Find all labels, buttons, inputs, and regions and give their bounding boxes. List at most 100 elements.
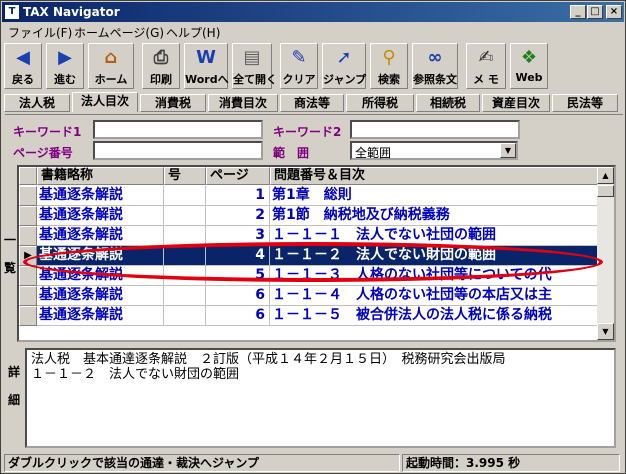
reference-button[interactable]: ∞ 参照条文	[412, 43, 458, 89]
tab-2[interactable]: 法人目次	[72, 92, 138, 112]
row-indicator[interactable]	[19, 266, 37, 286]
row-indicator[interactable]	[19, 186, 37, 206]
clear-button[interactable]: ✎ クリア	[280, 43, 318, 89]
tab-5[interactable]: 商法等	[280, 94, 344, 112]
row-indicator[interactable]	[19, 286, 37, 306]
detail-line-2: １－１－２ 法人でない財団の範囲	[31, 367, 240, 382]
status-message: ダブルクリックで該当の通達・裁決へジャンプ	[4, 454, 400, 472]
table-row[interactable]: 基通逐条解説 3 １－１－１ 法人でない社団の範囲	[19, 226, 599, 246]
keyword2-input[interactable]	[350, 120, 520, 139]
toolbar-button-label: Web	[515, 71, 543, 84]
scope-label: 範 囲	[273, 146, 310, 160]
minimize-icon[interactable]: _	[570, 5, 586, 19]
page-number-input[interactable]	[93, 141, 263, 160]
table-row[interactable]: 基通逐条解説 5 １－１－３ 人格のない社団等についての代	[19, 266, 599, 286]
memo-button[interactable]: ✍ メ モ	[466, 43, 506, 89]
startup-label: 起動時間：	[406, 456, 467, 470]
clear-icon: ✎	[291, 47, 307, 68]
cell-number	[164, 206, 206, 226]
scroll-thumb[interactable]	[597, 185, 614, 197]
forward-icon: ▶	[58, 47, 72, 68]
toolbar-button-label: 進む	[54, 73, 76, 86]
word-button[interactable]: W Wordへ	[184, 43, 229, 89]
row-indicator[interactable]	[19, 226, 37, 246]
cell-book: 基通逐条解説	[37, 246, 164, 266]
scope-select[interactable]: 全範囲 ▼	[350, 141, 518, 160]
keyword1-input[interactable]	[93, 120, 263, 139]
print-icon: ⎙	[153, 47, 169, 68]
tab-4[interactable]: 消費目次	[208, 94, 278, 112]
startup-value: 3.995 秒	[466, 456, 521, 470]
web-icon: ❖	[520, 47, 538, 68]
tab-7[interactable]: 相続税	[416, 94, 480, 112]
table-row[interactable]: 基通逐条解説 2 第1節 納税地及び納税義務	[19, 206, 599, 226]
cell-book: 基通逐条解説	[37, 226, 164, 246]
column-header-number[interactable]: 号	[164, 167, 206, 185]
cell-title: １－１－１ 法人でない社団の範囲	[270, 226, 599, 246]
toolbar-button-label: 検索	[378, 73, 400, 86]
cell-title: １－１－４ 人格のない社団等の本店又は主	[270, 286, 599, 306]
maximize-icon[interactable]: □	[587, 5, 603, 19]
cell-book: 基通逐条解説	[37, 306, 164, 326]
tab-bar: 法人税 法人目次 消費税 消費目次 商法等 所得税 相続税 資産目次 民法等	[2, 92, 624, 112]
cell-number	[164, 246, 206, 266]
column-header-page[interactable]: ページ	[206, 167, 270, 185]
close-icon[interactable]: ×	[606, 5, 622, 19]
tab-1[interactable]: 法人税	[4, 94, 70, 112]
cell-number	[164, 306, 206, 326]
cell-page: 4	[206, 246, 270, 266]
title-bar[interactable]: T TAX Navigator _ □ ×	[2, 2, 624, 22]
cell-page: 2	[206, 206, 270, 226]
status-bar: ダブルクリックで該当の通達・裁決へジャンプ 起動時間：3.995 秒	[2, 452, 624, 473]
cell-number	[164, 226, 206, 246]
open-all-icon: ▤	[243, 47, 261, 68]
row-indicator[interactable]: ▶	[19, 246, 37, 266]
detail-panel[interactable]: 法人税 基本通達逐条解説 ２訂版（平成１４年２月１５日） 税務研究会出版局 １－…	[25, 348, 616, 448]
column-header-title[interactable]: 問題番号＆目次	[270, 167, 599, 185]
menu-bar: ファイル(F) ホームページ(G) ヘルプ(H)	[2, 22, 624, 41]
word-icon: W	[196, 47, 216, 68]
web-button[interactable]: ❖ Web	[510, 43, 548, 89]
toolbar-button-label: メ モ	[473, 73, 499, 86]
toolbar-button-label: クリア	[282, 73, 316, 86]
window-title: TAX Navigator	[23, 5, 120, 19]
toolbar-button-label: 戻る	[12, 73, 34, 86]
forward-button[interactable]: ▶ 進む	[46, 43, 84, 89]
results-grid[interactable]: 書籍略称 号 ページ 問題番号＆目次 基通逐条解説 1 第1章 総則 基通逐条解説 2 第…	[17, 165, 616, 342]
scroll-down-icon[interactable]: ▼	[597, 323, 614, 340]
print-button[interactable]: ⎙ 印刷	[142, 43, 180, 89]
tab-3[interactable]: 消費税	[140, 94, 206, 112]
column-header-book[interactable]: 書籍略称	[37, 167, 164, 185]
row-indicator[interactable]	[19, 306, 37, 326]
menu-homepage[interactable]: ホームページ(G)	[74, 24, 164, 41]
home-button[interactable]: ⌂ ホーム	[88, 43, 134, 89]
toolbar-button-label: 全て開く	[233, 73, 277, 86]
tab-9[interactable]: 民法等	[552, 94, 618, 112]
keyword1-label: キーワード1	[13, 125, 82, 139]
row-indicator[interactable]	[19, 206, 37, 226]
scroll-up-icon[interactable]: ▲	[597, 167, 614, 184]
search-panel: キーワード1 キーワード2 ページ番号 範 囲 全範囲 ▼	[5, 114, 623, 162]
back-button[interactable]: ◀ 戻る	[4, 43, 42, 89]
toolbar-button-label: Wordへ	[185, 73, 229, 86]
menu-file[interactable]: ファイル(F)	[8, 24, 72, 41]
cell-page: 1	[206, 186, 270, 206]
reference-icon: ∞	[427, 47, 443, 68]
table-row[interactable]: 基通逐条解説 6 １－１－４ 人格のない社団等の本店又は主	[19, 286, 599, 306]
table-row[interactable]: 基通逐条解説 1 第1章 総則	[19, 186, 599, 206]
menu-help[interactable]: ヘルプ(H)	[166, 24, 220, 41]
open-all-button[interactable]: ▤ 全て開く	[232, 43, 277, 89]
cell-page: 6	[206, 306, 270, 326]
table-row[interactable]: ▶ 基通逐条解説 4 １－１－２ 法人でない財団の範囲	[19, 246, 599, 266]
chevron-down-icon[interactable]: ▼	[500, 143, 516, 158]
search-button[interactable]: ⚲ 検索	[370, 43, 408, 89]
grid-scrollbar[interactable]: ▲ ▼	[597, 167, 614, 340]
memo-icon: ✍	[478, 47, 494, 68]
detail-line-1: 法人税 基本通達逐条解説 ２訂版（平成１４年２月１５日） 税務研究会出版局	[31, 352, 506, 367]
tab-6[interactable]: 所得税	[346, 94, 414, 112]
table-row[interactable]: 基通逐条解説 6 １－１－５ 被合併法人の法人税に係る納税	[19, 306, 599, 326]
toolbar-button-label: 参照条文	[413, 73, 457, 86]
tab-8[interactable]: 資産目次	[482, 94, 550, 112]
app-icon: T	[5, 5, 19, 19]
jump-button[interactable]: ➚ ジャンプ	[322, 43, 366, 89]
